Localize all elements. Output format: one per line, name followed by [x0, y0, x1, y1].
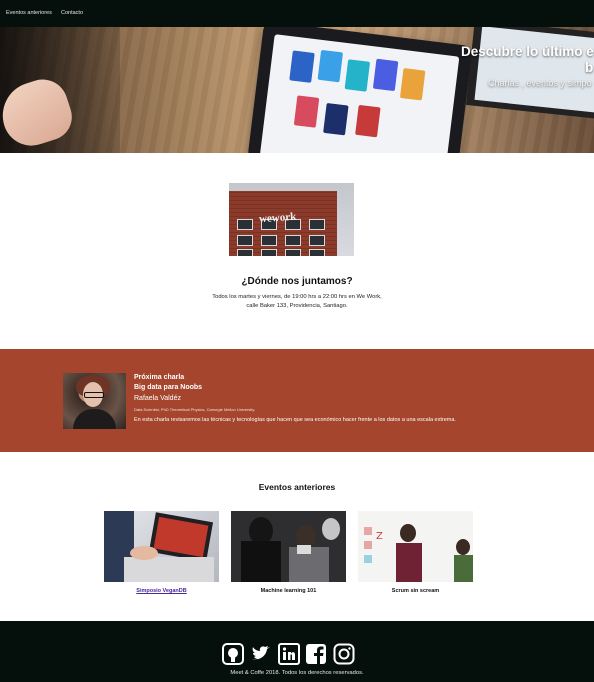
speaker-name: Rafaela Valdéz — [134, 395, 181, 402]
copyright-text: Meet & Coffe 2018. Todos los derechos re… — [230, 670, 364, 676]
event-image-simposio[interactable] — [104, 511, 219, 582]
event-caption-scrum: Scrum sin scream — [391, 588, 440, 594]
next-talk-heading: Próxima charla — [134, 374, 185, 381]
speaker-bio: Data Scientist, PhD Theoretical Physics,… — [134, 407, 256, 412]
past-events-title: Eventos anteriores — [258, 482, 336, 492]
hero-title: Descubre lo último e — [461, 44, 594, 59]
where-description: Todos los martes y viernes, de 19:00 hrs… — [170, 293, 424, 311]
event-caption-machine-learning: Machine learning 101 — [260, 588, 317, 594]
twitter-icon[interactable] — [250, 643, 272, 665]
nav-link-eventos-anteriores[interactable]: Eventos anteriores — [6, 10, 52, 16]
github-icon[interactable] — [222, 643, 244, 665]
event-image-machine-learning[interactable] — [231, 511, 346, 582]
hero-title-continuation: b — [585, 60, 594, 75]
svg-text:Z: Z — [376, 531, 383, 542]
hero-subtitle: Charlas , eventos y simpo — [488, 78, 592, 88]
next-talk-title: Big data para Noobs — [134, 384, 203, 391]
event-image-scrum[interactable]: Z — [358, 511, 473, 582]
hero-second-laptop-image — [465, 27, 594, 121]
hero-laptop-image — [247, 27, 473, 153]
linkedin-icon[interactable] — [278, 643, 300, 665]
event-link-simposio[interactable]: Simposio VeganDB — [104, 588, 219, 594]
next-talk-description: En esta charla revisaremos las técnicas … — [134, 417, 456, 423]
facebook-icon[interactable] — [305, 643, 327, 665]
speaker-photo — [63, 373, 126, 429]
venue-image: wework — [229, 183, 354, 256]
nav-link-contacto[interactable]: Contacto — [61, 10, 83, 16]
where-text-line: Todos los martes y viernes, de 19:00 hrs… — [212, 294, 382, 300]
top-nav: Eventos anteriores Contacto — [0, 0, 594, 27]
where-text-line: calle Baker 133, Providencia, Santiago. — [246, 303, 348, 309]
where-title: ¿Dónde nos juntamos? — [241, 276, 353, 287]
hero-banner: Descubre lo último e b Charlas , eventos… — [0, 27, 594, 153]
instagram-icon[interactable] — [333, 643, 355, 665]
next-talk-section: Próxima charla Big data para Noobs Rafae… — [0, 349, 594, 452]
